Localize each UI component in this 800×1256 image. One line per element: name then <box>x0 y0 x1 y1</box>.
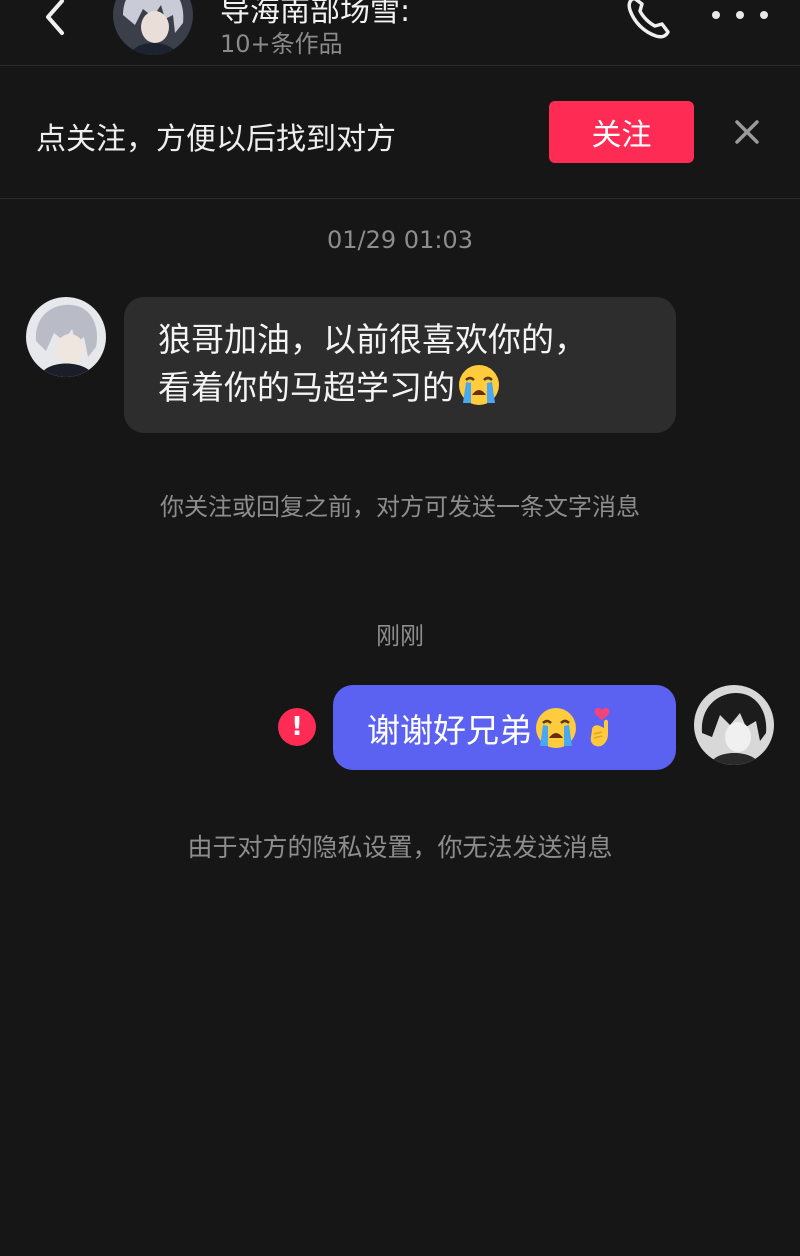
hand-heart-icon <box>580 706 624 750</box>
anime-avatar-image <box>26 297 106 377</box>
dot-icon <box>712 11 720 19</box>
dot-icon <box>760 11 768 19</box>
anime-avatar-image <box>694 685 774 765</box>
chevron-left-icon <box>46 0 64 35</box>
phone-icon <box>627 0 670 39</box>
message-text: 谢谢好兄弟 <box>367 710 532 750</box>
contact-avatar[interactable] <box>113 0 193 55</box>
loudly-crying-face-icon <box>534 706 578 750</box>
chat-header: 导海南部场雪: 10+条作品 <box>0 0 800 66</box>
back-button[interactable] <box>30 0 80 42</box>
my-avatar[interactable] <box>694 685 774 765</box>
dot-icon <box>736 11 744 19</box>
sender-avatar[interactable] <box>26 297 106 377</box>
incoming-message-bubble[interactable]: 狼哥加油，以前很喜欢你的， 看着你的马超学习的 <box>124 297 676 433</box>
message-timestamp: 刚刚 <box>376 622 424 650</box>
loudly-crying-face-icon <box>457 363 501 407</box>
system-notice: 你关注或回复之前，对方可发送一条文字消息 <box>160 493 640 521</box>
more-button[interactable] <box>712 0 768 30</box>
close-icon <box>735 120 759 144</box>
follow-prompt-text: 点关注，方便以后找到对方 <box>36 122 396 157</box>
dismiss-follow-button[interactable] <box>733 118 761 146</box>
message-text-line: 看着你的马超学习的 <box>158 368 455 407</box>
message-timestamp: 01/29 01:03 <box>327 226 473 254</box>
message-text-line: 狼哥加油，以前很喜欢你的， <box>158 320 587 359</box>
send-failed-icon[interactable]: ! <box>278 708 316 746</box>
anime-avatar-image <box>113 0 193 55</box>
follow-button[interactable]: 关注 <box>549 101 694 163</box>
contact-works-count: 10+条作品 <box>220 30 343 58</box>
privacy-notice: 由于对方的隐私设置，你无法发送消息 <box>187 833 613 862</box>
outgoing-message-bubble[interactable]: 谢谢好兄弟 <box>333 685 676 770</box>
call-button[interactable] <box>622 0 674 44</box>
